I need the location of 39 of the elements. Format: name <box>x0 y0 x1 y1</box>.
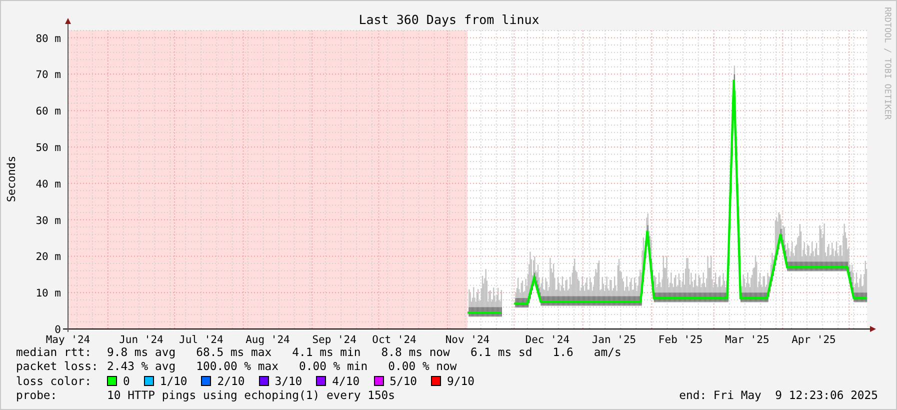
x-tick-label: Jan '25 <box>592 334 636 345</box>
chart-title: Last 360 Days from linux <box>358 12 540 27</box>
x-tick-label: Jul '24 <box>179 334 224 345</box>
side-label: RRDTOOL / TOBI OETIKER <box>882 7 892 120</box>
end-time: end: Fri May 9 12:23:06 2025 <box>679 388 878 402</box>
legend-value: 9.8 ms avg 68.5 ms max 4.1 ms min 8.8 ms now 6.1 ms sd 1.6 am/s <box>107 345 622 360</box>
loss-color-label: 2/10 <box>217 374 245 388</box>
y-tick-label: 0 <box>54 324 61 336</box>
y-tick-label: 20 m <box>36 251 61 264</box>
x-tick-label: Sep '24 <box>312 334 356 345</box>
loss-color-label: 3/10 <box>274 374 302 388</box>
x-tick-label: Aug '24 <box>246 334 290 345</box>
loss-color-label: 4/10 <box>332 374 360 388</box>
probe-description: 10 HTTP pings using echoping(1) every 150s <box>107 388 396 402</box>
x-tick-label: Feb '25 <box>658 334 703 345</box>
legend-label: loss color: <box>16 374 92 388</box>
y-axis-label: Seconds <box>5 156 18 202</box>
y-tick-label: 80 m <box>36 32 61 45</box>
x-tick-label: Dec '24 <box>525 334 570 345</box>
legend-label: median rtt: <box>16 345 92 360</box>
x-tick-label: Jun '24 <box>119 334 164 345</box>
y-tick-label: 70 m <box>36 69 61 82</box>
loss-color-label: 1/10 <box>160 374 188 388</box>
y-tick-label: 50 m <box>36 142 61 154</box>
x-tick-label: Mar '25 <box>725 334 770 345</box>
y-tick-label: 30 m <box>36 214 61 227</box>
x-tick-label: Apr '25 <box>792 334 836 345</box>
y-tick-label: 10 m <box>36 288 61 300</box>
legend-label: packet loss: <box>16 359 100 374</box>
x-tick-label: Oct '24 <box>372 334 416 345</box>
loss-color-label: 0 <box>123 374 130 388</box>
loss-color-label: 9/10 <box>447 374 474 388</box>
legend-value: 2.43 % avg 100.00 % max 0.00 % min 0.00 % now <box>107 359 457 374</box>
x-tick-label: Nov '24 <box>445 334 490 345</box>
legend-label: probe: <box>16 388 58 402</box>
y-tick-label: 40 m <box>36 178 61 190</box>
loss-color-label: 5/10 <box>390 374 418 388</box>
y-tick-label: 60 m <box>36 106 61 118</box>
x-tick-label: May '24 <box>46 334 90 345</box>
